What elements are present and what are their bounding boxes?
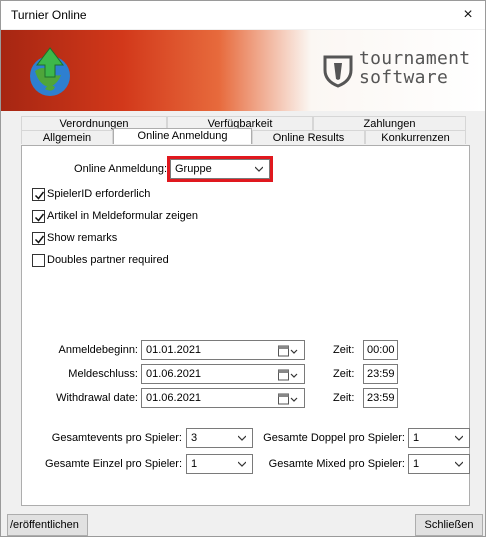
show-remarks-label: Show remarks [47,232,118,244]
doubles-partner-checkbox[interactable] [32,254,45,267]
artikel-checkbox[interactable] [32,210,45,223]
gesamtevents-select[interactable]: 3 [186,428,253,448]
gesamte-doppel-label: Gesamte Doppel pro Spieler: [263,432,405,444]
calendar-dropdown-icon[interactable] [278,369,298,381]
gesamte-doppel-select[interactable]: 1 [408,428,470,448]
tab-zahlungen[interactable]: Zahlungen [313,116,466,130]
tab-online-results[interactable]: Online Results [252,130,365,144]
gesamte-einzel-select[interactable]: 1 [186,454,253,474]
doubles-partner-label: Doubles partner required [47,254,169,266]
gesamtevents-label: Gesamtevents pro Spieler: [51,432,182,444]
withdrawal-zeit-label: Zeit: [333,392,355,404]
gesamtevents-value: 3 [191,432,198,444]
gesamte-mixed-value: 1 [413,458,420,470]
online-anmeldung-label: Online Anmeldung: [74,163,167,175]
chevron-down-icon [455,461,463,467]
anmeldebeginn-label: Anmeldebeginn: [58,344,138,356]
gesamte-einzel-label: Gesamte Einzel pro Spieler: [45,458,182,470]
tab-online-anmeldung[interactable]: Online Anmeldung [113,128,252,144]
close-icon[interactable]: × [457,4,479,26]
withdrawal-time-input[interactable]: 23:59 [363,388,398,408]
chevron-down-icon [238,461,246,467]
withdrawal-date-picker[interactable]: 01.06.2021 [141,388,305,408]
checkmark-icon [34,235,45,244]
meldeschluss-zeit-label: Zeit: [333,368,355,380]
artikel-label: Artikel in Meldeformular zeigen [47,210,199,222]
upload-globe-icon [30,47,70,96]
window-title: Turnier Online [11,8,87,22]
withdrawal-date-value: 01.06.2021 [146,392,202,404]
dialog-window: Turnier Online × tournament software Ver… [0,0,486,537]
show-remarks-checkbox[interactable] [32,232,45,245]
online-anmeldung-select[interactable]: Gruppe [170,159,270,179]
meldeschluss-time-input[interactable]: 23:59 [363,364,398,384]
shield-icon [323,55,353,88]
tab-konkurrenzen[interactable]: Konkurrenzen [365,130,466,144]
title-bar: Turnier Online × [1,1,485,29]
gesamte-mixed-label: Gesamte Mixed pro Spieler: [268,458,405,470]
anmeldebeginn-time-input[interactable]: 00:00 [363,340,398,360]
publish-button[interactable]: /eröffentlichen [7,514,88,536]
anmeldebeginn-date-picker[interactable]: 01.01.2021 [141,340,305,360]
checkmark-icon [34,191,45,200]
gesamte-doppel-value: 1 [413,432,420,444]
meldeschluss-time-value: 23:59 [367,368,395,380]
calendar-dropdown-icon[interactable] [278,345,298,357]
spielerid-checkbox[interactable] [32,188,45,201]
tab-allgemein[interactable]: Allgemein [21,130,113,144]
spielerid-label: SpielerID erforderlich [47,188,151,200]
brand-line-1: tournament [359,48,471,69]
gesamte-mixed-select[interactable]: 1 [408,454,470,474]
anmeldebeginn-time-value: 00:00 [367,344,395,356]
calendar-dropdown-icon[interactable] [278,393,298,405]
meldeschluss-date-value: 01.06.2021 [146,368,202,380]
tab-panel-online-anmeldung: Online Anmeldung: Gruppe SpielerID erfor… [21,145,470,506]
anmeldebeginn-zeit-label: Zeit: [333,344,355,356]
withdrawal-label: Withdrawal date: [56,392,138,404]
close-button[interactable]: Schließen [415,514,483,536]
chevron-down-icon [455,435,463,441]
withdrawal-time-value: 23:59 [367,392,395,404]
meldeschluss-label: Meldeschluss: [68,368,138,380]
anmeldebeginn-date-value: 01.01.2021 [146,344,202,356]
chevron-down-icon [238,435,246,441]
gesamte-einzel-value: 1 [191,458,198,470]
meldeschluss-date-picker[interactable]: 01.06.2021 [141,364,305,384]
online-anmeldung-value: Gruppe [175,163,212,175]
tab-row-front: Allgemein Online Anmeldung Online Result… [21,128,466,144]
checkmark-icon [34,213,45,222]
brand-wordmark: tournament software [359,49,470,87]
header-banner: tournament software [1,30,485,111]
brand-line-2: software [359,67,449,88]
chevron-down-icon [255,166,263,172]
